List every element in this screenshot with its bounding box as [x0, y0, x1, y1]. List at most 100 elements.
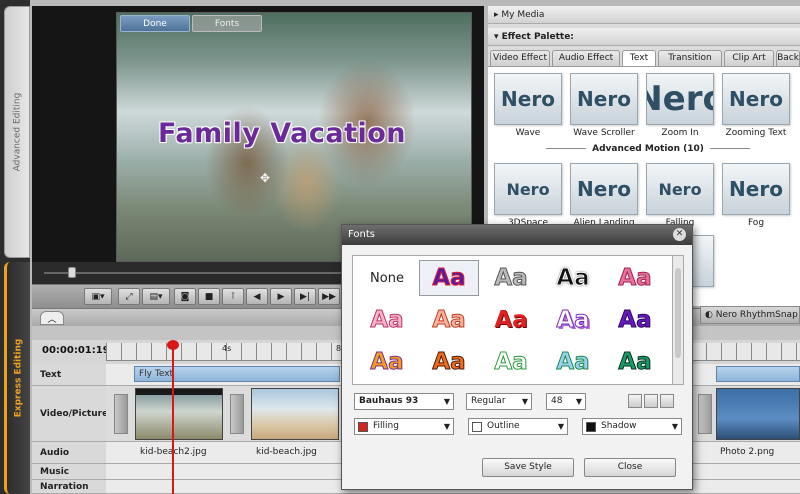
style-none[interactable]: None — [357, 260, 417, 296]
playhead-handle[interactable] — [167, 340, 179, 350]
clip-thumbnail[interactable] — [135, 388, 223, 440]
rhythm-snap-button[interactable]: ◐ Nero RhythmSnap — [700, 306, 800, 324]
clip-label: kid-beach.jpg — [256, 447, 317, 457]
track-label-narration: Narration — [32, 480, 106, 494]
play-icon[interactable]: ▶ — [270, 288, 292, 305]
scrollbar-thumb[interactable] — [675, 268, 681, 358]
transition-slot[interactable] — [114, 394, 128, 434]
style-preset[interactable]: Aa — [481, 344, 541, 380]
grid-scrollbar[interactable] — [672, 255, 684, 385]
effect-wave[interactable]: Nero Wave — [494, 73, 562, 138]
chevron-down-icon: ▼ — [521, 397, 528, 406]
effect-falling[interactable]: Nero Falling — [646, 163, 714, 228]
effect-label: Zoom In — [661, 128, 699, 138]
track-label-text: Text — [32, 364, 106, 386]
scrub-handle[interactable] — [68, 267, 76, 278]
prev-frame-icon[interactable]: ◀ — [246, 288, 268, 305]
effect-label: Fog — [747, 218, 765, 228]
style-preset[interactable]: Aa — [419, 344, 479, 380]
side-tab-bar: Advanced Editing Express Editing — [0, 0, 30, 494]
effect-palette-header[interactable]: ▾ Effect Palette: — [488, 28, 800, 46]
clip-thumbnail[interactable] — [716, 388, 800, 440]
effect-thumbnail: Nero — [494, 73, 562, 125]
style-preset[interactable]: Aa — [357, 344, 417, 380]
chevron-down-icon: ▼ — [443, 397, 450, 406]
style-preset[interactable]: Aa — [605, 344, 665, 380]
effect-3dspace[interactable]: Nero 3DSpace — [494, 163, 562, 228]
save-style-button[interactable]: Save Style — [482, 458, 574, 477]
tab-back[interactable]: Back — [776, 50, 800, 66]
next-frame-icon[interactable]: ▶| — [294, 288, 316, 305]
fullscreen-icon[interactable]: ⤢ — [118, 288, 140, 305]
filling-color-select[interactable]: Filling ▼ — [354, 418, 454, 435]
effect-zooming-text[interactable]: Nero Zooming Text — [722, 73, 790, 138]
effect-thumbnail: Nero — [646, 163, 714, 215]
font-style-select[interactable]: Regular ▼ — [466, 393, 532, 410]
style-preset[interactable]: Aa — [605, 302, 665, 338]
outline-color-select[interactable]: Outline ▼ — [468, 418, 568, 435]
tab-advanced-editing[interactable]: Advanced Editing — [4, 6, 30, 258]
style-preset[interactable]: Aa — [357, 302, 417, 338]
effect-alien-landing[interactable]: Nero Alien Landing — [570, 163, 638, 228]
collapse-arrow-icon: ▾ — [494, 32, 502, 42]
done-button[interactable]: Done — [120, 15, 190, 32]
clip-thumbnail[interactable] — [251, 388, 339, 440]
close-icon[interactable]: ✕ — [673, 228, 686, 241]
chevron-down-icon: ▼ — [557, 422, 564, 431]
tab-audio-effect[interactable]: Audio Effect — [552, 50, 620, 66]
tab-transition[interactable]: Transition — [658, 50, 722, 66]
tab-express-editing[interactable]: Express Editing — [4, 262, 30, 494]
tab-clip-art[interactable]: Clip Art — [724, 50, 774, 66]
shadow-color-select[interactable]: Shadow ▼ — [582, 418, 682, 435]
font-size-select[interactable]: 48 ▼ — [546, 393, 586, 410]
dialog-title: Fonts — [342, 225, 692, 245]
style-preset[interactable]: Aa — [543, 344, 603, 380]
collapse-icon[interactable]: ︿ — [40, 311, 64, 325]
effect-tabs: Video Effect Audio Effect Text Transitio… — [488, 50, 800, 66]
style-preset[interactable]: Aa — [605, 260, 665, 296]
transition-slot[interactable] — [230, 394, 244, 434]
fast-forward-icon[interactable]: ▶▶ — [318, 288, 340, 305]
ruler-label: 4s — [222, 344, 232, 353]
chevron-down-icon: ▼ — [671, 422, 678, 431]
effect-thumbnail: Nero — [646, 73, 714, 125]
effect-wave-scroller[interactable]: Nero Wave Scroller — [570, 73, 638, 138]
move-cursor-icon: ✥ — [260, 171, 271, 185]
transition-slot[interactable] — [698, 394, 712, 434]
playhead[interactable] — [172, 342, 174, 494]
effect-thumbnail: Nero — [494, 163, 562, 215]
preview-title-text[interactable]: Family Vacation — [158, 118, 406, 149]
aspect-icon[interactable]: ▤▾ — [142, 288, 170, 305]
effect-thumbnail: Nero — [722, 73, 790, 125]
timecode: 00:00:01:19 — [42, 345, 110, 356]
fonts-button[interactable]: Fonts — [192, 15, 262, 32]
align-right-icon[interactable] — [660, 394, 674, 408]
split-icon[interactable]: ⊺ — [222, 288, 244, 305]
fly-text-clip[interactable]: Fly Text — [134, 366, 340, 382]
effect-fog[interactable]: Nero Fog — [722, 163, 790, 228]
text-clip[interactable] — [716, 366, 800, 382]
fonts-dialog: Fonts ✕ None Aa Aa Aa Aa Aa Aa Aa Aa Aa … — [341, 224, 693, 490]
tab-video-effect[interactable]: Video Effect — [490, 50, 550, 66]
style-preset[interactable]: Aa — [419, 302, 479, 338]
style-preset-selected[interactable]: Aa — [419, 260, 479, 296]
track-label-audio: Audio — [32, 442, 106, 464]
style-preset[interactable]: Aa — [481, 302, 541, 338]
effect-thumbnail: Nero — [722, 163, 790, 215]
snapshot-icon[interactable]: ◙ — [174, 288, 196, 305]
track-label-music: Music — [32, 464, 106, 480]
my-media-header[interactable]: ▸ My Media — [488, 6, 800, 24]
tab-text[interactable]: Text — [622, 50, 656, 66]
stop-icon[interactable]: ■ — [198, 288, 220, 305]
align-left-icon[interactable] — [628, 394, 642, 408]
display-mode-icon[interactable]: ▣▾ — [84, 288, 112, 305]
effect-zoom-in[interactable]: Nero Zoom In — [646, 73, 714, 138]
style-preset[interactable]: Aa — [481, 260, 541, 296]
color-swatch — [358, 422, 368, 432]
close-button[interactable]: Close — [584, 458, 676, 477]
color-swatch — [472, 422, 482, 432]
style-preset[interactable]: Aa — [543, 260, 603, 296]
align-center-icon[interactable] — [644, 394, 658, 408]
font-family-select[interactable]: Bauhaus 93 ▼ — [354, 393, 454, 410]
style-preset[interactable]: Aa — [543, 302, 603, 338]
